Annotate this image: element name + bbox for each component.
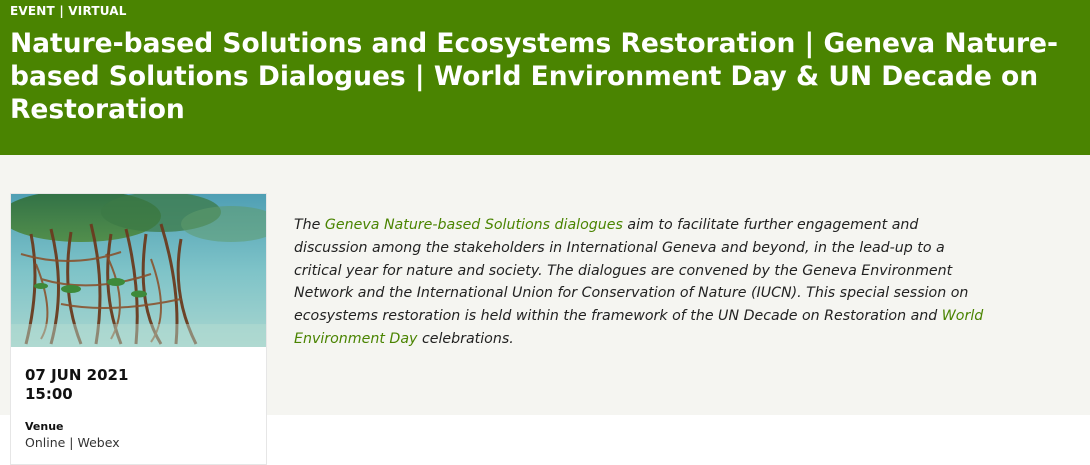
meta-separator: |	[59, 4, 64, 18]
event-format-label: VIRTUAL	[68, 4, 127, 18]
description-text-3: celebrations.	[417, 330, 514, 347]
event-description: The Geneva Nature-based Solutions dialog…	[294, 214, 994, 351]
event-content: 07 JUN 2021 15:00 Venue Online | Webex T…	[0, 155, 1090, 465]
description-text-2: aim to facilitate further engagement and…	[294, 217, 969, 325]
event-date: 07 JUN 2021	[25, 366, 129, 384]
geneva-nbs-dialogues-link[interactable]: Geneva Nature-based Solutions dialogues	[325, 217, 623, 233]
description-text-1: The	[294, 217, 325, 233]
event-header: EVENT | VIRTUAL Nature-based Solutions a…	[0, 0, 1090, 155]
event-time: 15:00	[25, 385, 73, 403]
event-type-label: EVENT	[10, 4, 55, 18]
mangrove-illustration	[11, 194, 266, 347]
event-meta: EVENT | VIRTUAL	[10, 4, 1080, 18]
mangrove-photo	[11, 194, 266, 347]
page-title: Nature-based Solutions and Ecosystems Re…	[10, 28, 1059, 125]
venue-label: Venue	[25, 420, 64, 433]
venue-value: Online | Webex	[25, 435, 120, 450]
event-info-card: 07 JUN 2021 15:00 Venue Online | Webex	[10, 193, 267, 465]
